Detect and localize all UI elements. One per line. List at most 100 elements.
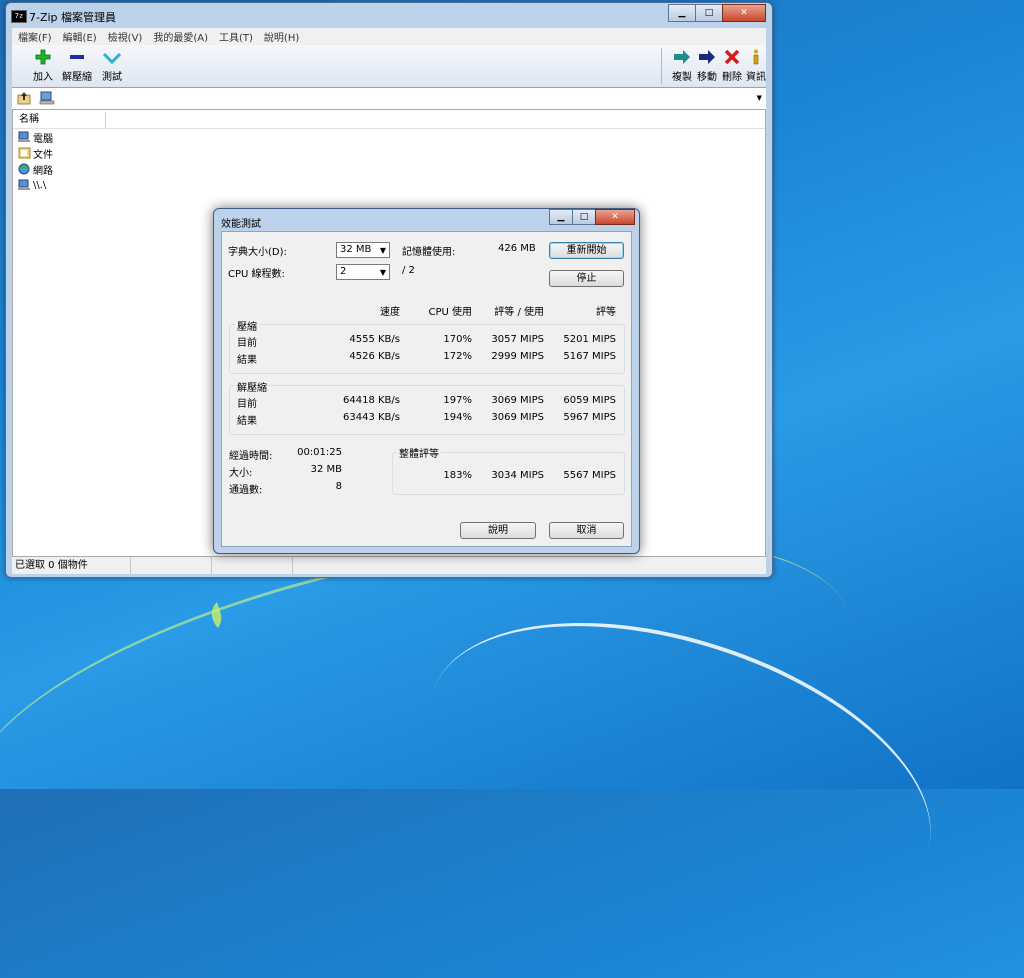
network-icon (18, 163, 30, 175)
status-cell (212, 557, 293, 574)
minimize-button[interactable]: ▁ (668, 4, 696, 22)
compress-current-cpu: 170% (443, 334, 472, 345)
test-button[interactable]: 測試 (97, 49, 127, 83)
maximize-icon: □ (579, 212, 589, 222)
restart-button[interactable]: 重新開始 (549, 242, 624, 259)
compress-current-rating: 5201 MIPS (563, 334, 616, 345)
up-folder-icon[interactable] (17, 91, 31, 105)
compress-current-label: 目前 (237, 338, 257, 349)
dialog-body: 字典大小(D): 32 MB ▼ 記憶體使用: 426 MB 重新開始 CPU … (221, 231, 632, 547)
minimize-icon: ▁ (557, 212, 565, 222)
dialog-title: 效能測試 (221, 219, 261, 230)
info-label: 資訊 (746, 72, 766, 83)
menu-bar: 檔案(F) 編輯(E) 檢視(V) 我的最愛(A) 工具(T) 說明(H) (12, 28, 766, 45)
dict-size-select[interactable]: 32 MB ▼ (336, 242, 390, 258)
maximize-icon: □ (704, 8, 714, 18)
check-icon (103, 52, 121, 65)
computer-icon (18, 179, 30, 190)
decompress-current-rating-usage: 3069 MIPS (491, 395, 544, 406)
menu-help[interactable]: 說明(H) (264, 29, 299, 44)
overall-rating-usage: 3034 MIPS (491, 470, 544, 481)
menu-favorites[interactable]: 我的最愛(A) (153, 29, 208, 44)
dialog-close-button[interactable]: ✕ (595, 209, 635, 225)
column-header-blank (101, 112, 765, 129)
list-item[interactable]: 文件 (18, 146, 53, 161)
decompress-current-label: 目前 (237, 399, 257, 410)
compress-result-rating-usage: 2999 MIPS (491, 351, 544, 362)
cpu-threads-select[interactable]: 2 ▼ (336, 264, 390, 280)
list-item-label: 網路 (33, 165, 53, 177)
overall-rating-label: 整體評等 (397, 445, 441, 460)
list-item-label: 電腦 (33, 133, 53, 145)
list-item[interactable]: 電腦 (18, 130, 53, 145)
column-header-name[interactable]: 名稱 (13, 112, 106, 129)
elapsed-time-label: 經過時間: (229, 451, 273, 462)
info-button[interactable]: 資訊 (741, 49, 771, 83)
cpu-threads-label: CPU 線程數: (228, 269, 285, 280)
documents-folder-icon (18, 147, 31, 159)
plus-icon (35, 49, 51, 65)
compress-result-speed: 4526 KB/s (349, 351, 400, 362)
help-button[interactable]: 說明 (460, 522, 536, 539)
decompress-result-speed: 63443 KB/s (343, 412, 400, 423)
header-rating-usage: 評等 / 使用 (494, 307, 544, 318)
passes-value: 8 (335, 481, 342, 492)
decompress-group (229, 385, 625, 435)
compress-current-rating-usage: 3057 MIPS (491, 334, 544, 345)
copy-arrow-icon (674, 50, 690, 64)
test-label: 測試 (102, 72, 122, 83)
maximize-button[interactable]: □ (695, 4, 723, 22)
window-title: 7-Zip 檔案管理員 (29, 11, 117, 24)
app-icon: 7z (11, 10, 27, 23)
menu-edit[interactable]: 編輯(E) (63, 29, 97, 44)
dialog-minimize-button[interactable]: ▁ (549, 209, 573, 225)
menu-view[interactable]: 檢視(V) (108, 29, 143, 44)
compress-result-rating: 5167 MIPS (563, 351, 616, 362)
stop-button[interactable]: 停止 (549, 270, 624, 287)
title-bar[interactable]: 7z 7-Zip 檔案管理員 ▁ □ ✕ (6, 3, 772, 27)
close-button[interactable]: ✕ (722, 4, 766, 22)
menu-tools[interactable]: 工具(T) (219, 29, 253, 44)
decompress-result-label: 結果 (237, 416, 257, 427)
info-icon (753, 49, 759, 65)
list-item[interactable]: \\.\ (18, 178, 46, 192)
cpu-threads-value: 2 (340, 266, 347, 277)
extract-button[interactable]: 解壓縮 (62, 49, 92, 83)
move-label: 移動 (697, 72, 717, 83)
benchmark-dialog: 效能測試 ▁ □ ✕ 字典大小(D): 32 MB ▼ 記憶體使用: 426 M… (213, 208, 640, 554)
decompress-current-rating: 6059 MIPS (563, 395, 616, 406)
address-bar[interactable]: ▼ (12, 88, 766, 110)
menu-file[interactable]: 檔案(F) (18, 29, 52, 44)
cancel-button[interactable]: 取消 (549, 522, 624, 539)
dict-size-value: 32 MB (340, 244, 372, 255)
computer-icon (39, 91, 55, 105)
dialog-maximize-button[interactable]: □ (572, 209, 596, 225)
chevron-down-icon: ▼ (379, 246, 386, 255)
elapsed-time-value: 00:01:25 (297, 447, 342, 458)
minus-icon (70, 55, 84, 59)
compress-result-cpu: 172% (443, 351, 472, 362)
list-item[interactable]: 網路 (18, 162, 53, 177)
list-item-label: 文件 (33, 149, 53, 161)
compress-current-speed: 4555 KB/s (349, 334, 400, 345)
delete-label: 刪除 (722, 72, 742, 83)
status-text: 已選取 0 個物件 (12, 557, 131, 574)
decompress-result-cpu: 194% (443, 412, 472, 423)
header-rating: 評等 (596, 307, 616, 318)
compress-group (229, 324, 625, 374)
computer-icon (18, 131, 30, 142)
add-button[interactable]: 加入 (28, 49, 58, 83)
overall-rating: 5567 MIPS (563, 470, 616, 481)
decompress-result-rating: 5967 MIPS (563, 412, 616, 423)
size-value: 32 MB (310, 464, 342, 475)
chevron-down-icon: ▼ (379, 268, 386, 277)
move-arrow-icon (699, 50, 715, 64)
copy-label: 複製 (672, 72, 692, 83)
toolbar-separator (661, 48, 662, 84)
minimize-icon: ▁ (678, 8, 686, 18)
status-cell (131, 557, 212, 574)
extract-label: 解壓縮 (62, 72, 92, 83)
cpu-threads-total: / 2 (402, 265, 415, 276)
compress-result-label: 結果 (237, 355, 257, 366)
chevron-down-icon[interactable]: ▼ (757, 94, 762, 102)
